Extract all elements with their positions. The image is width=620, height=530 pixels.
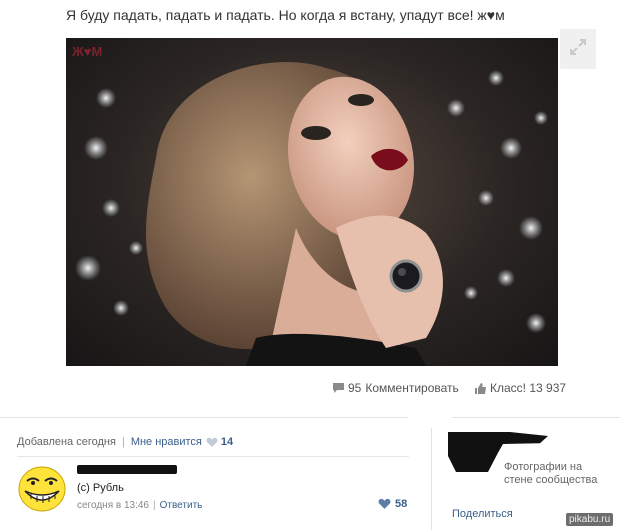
post-photo[interactable]: Ж♥М	[66, 38, 558, 366]
separator: |	[153, 500, 156, 511]
klass-button[interactable]: Класс! 13 937	[474, 381, 566, 395]
comments-label: Комментировать	[365, 381, 459, 395]
comment-text: (с) Рубль	[77, 482, 124, 494]
separator: |	[121, 436, 125, 448]
photo-illustration	[75, 62, 548, 366]
divider	[17, 456, 409, 457]
reply-link[interactable]: Ответить	[160, 500, 203, 511]
side-caption[interactable]: Фотографии на стене сообщества	[504, 461, 604, 487]
comment-author-name[interactable]	[77, 465, 177, 474]
trollface-avatar-icon	[17, 463, 67, 513]
avatar[interactable]	[17, 463, 67, 513]
like-count: 14	[220, 436, 234, 448]
comment-time: сегодня в 13:46	[77, 500, 149, 511]
expand-arrows-icon	[569, 38, 587, 61]
thumbs-up-icon	[474, 382, 487, 395]
comment-meta: сегодня в 13:46 | Ответить	[77, 500, 202, 511]
comment-bubble-icon	[332, 382, 345, 394]
post-meta: Добавлена сегодня | Мне нравится 14	[17, 436, 233, 448]
comments-link[interactable]: 95 Комментировать	[332, 381, 459, 395]
photo-watermark: Ж♥М	[72, 44, 103, 59]
heart-icon	[378, 498, 391, 510]
heart-icon	[206, 437, 218, 448]
share-link[interactable]: Поделиться	[452, 508, 513, 520]
post-text: Я буду падать, падать и падать. Но когда…	[66, 7, 505, 23]
expand-button[interactable]	[560, 29, 596, 69]
site-watermark: pikabu.ru	[566, 513, 614, 526]
vertical-divider	[431, 428, 432, 530]
divider	[0, 417, 408, 418]
comments-count: 95	[348, 381, 362, 395]
divider	[452, 417, 620, 418]
klass-label: Класс! 13 937	[490, 381, 567, 395]
comment-like-button[interactable]: 58	[378, 498, 407, 510]
added-label: Добавлена сегодня	[17, 436, 116, 448]
like-link[interactable]: Мне нравится	[131, 436, 202, 448]
comment-like-count: 58	[395, 498, 408, 510]
